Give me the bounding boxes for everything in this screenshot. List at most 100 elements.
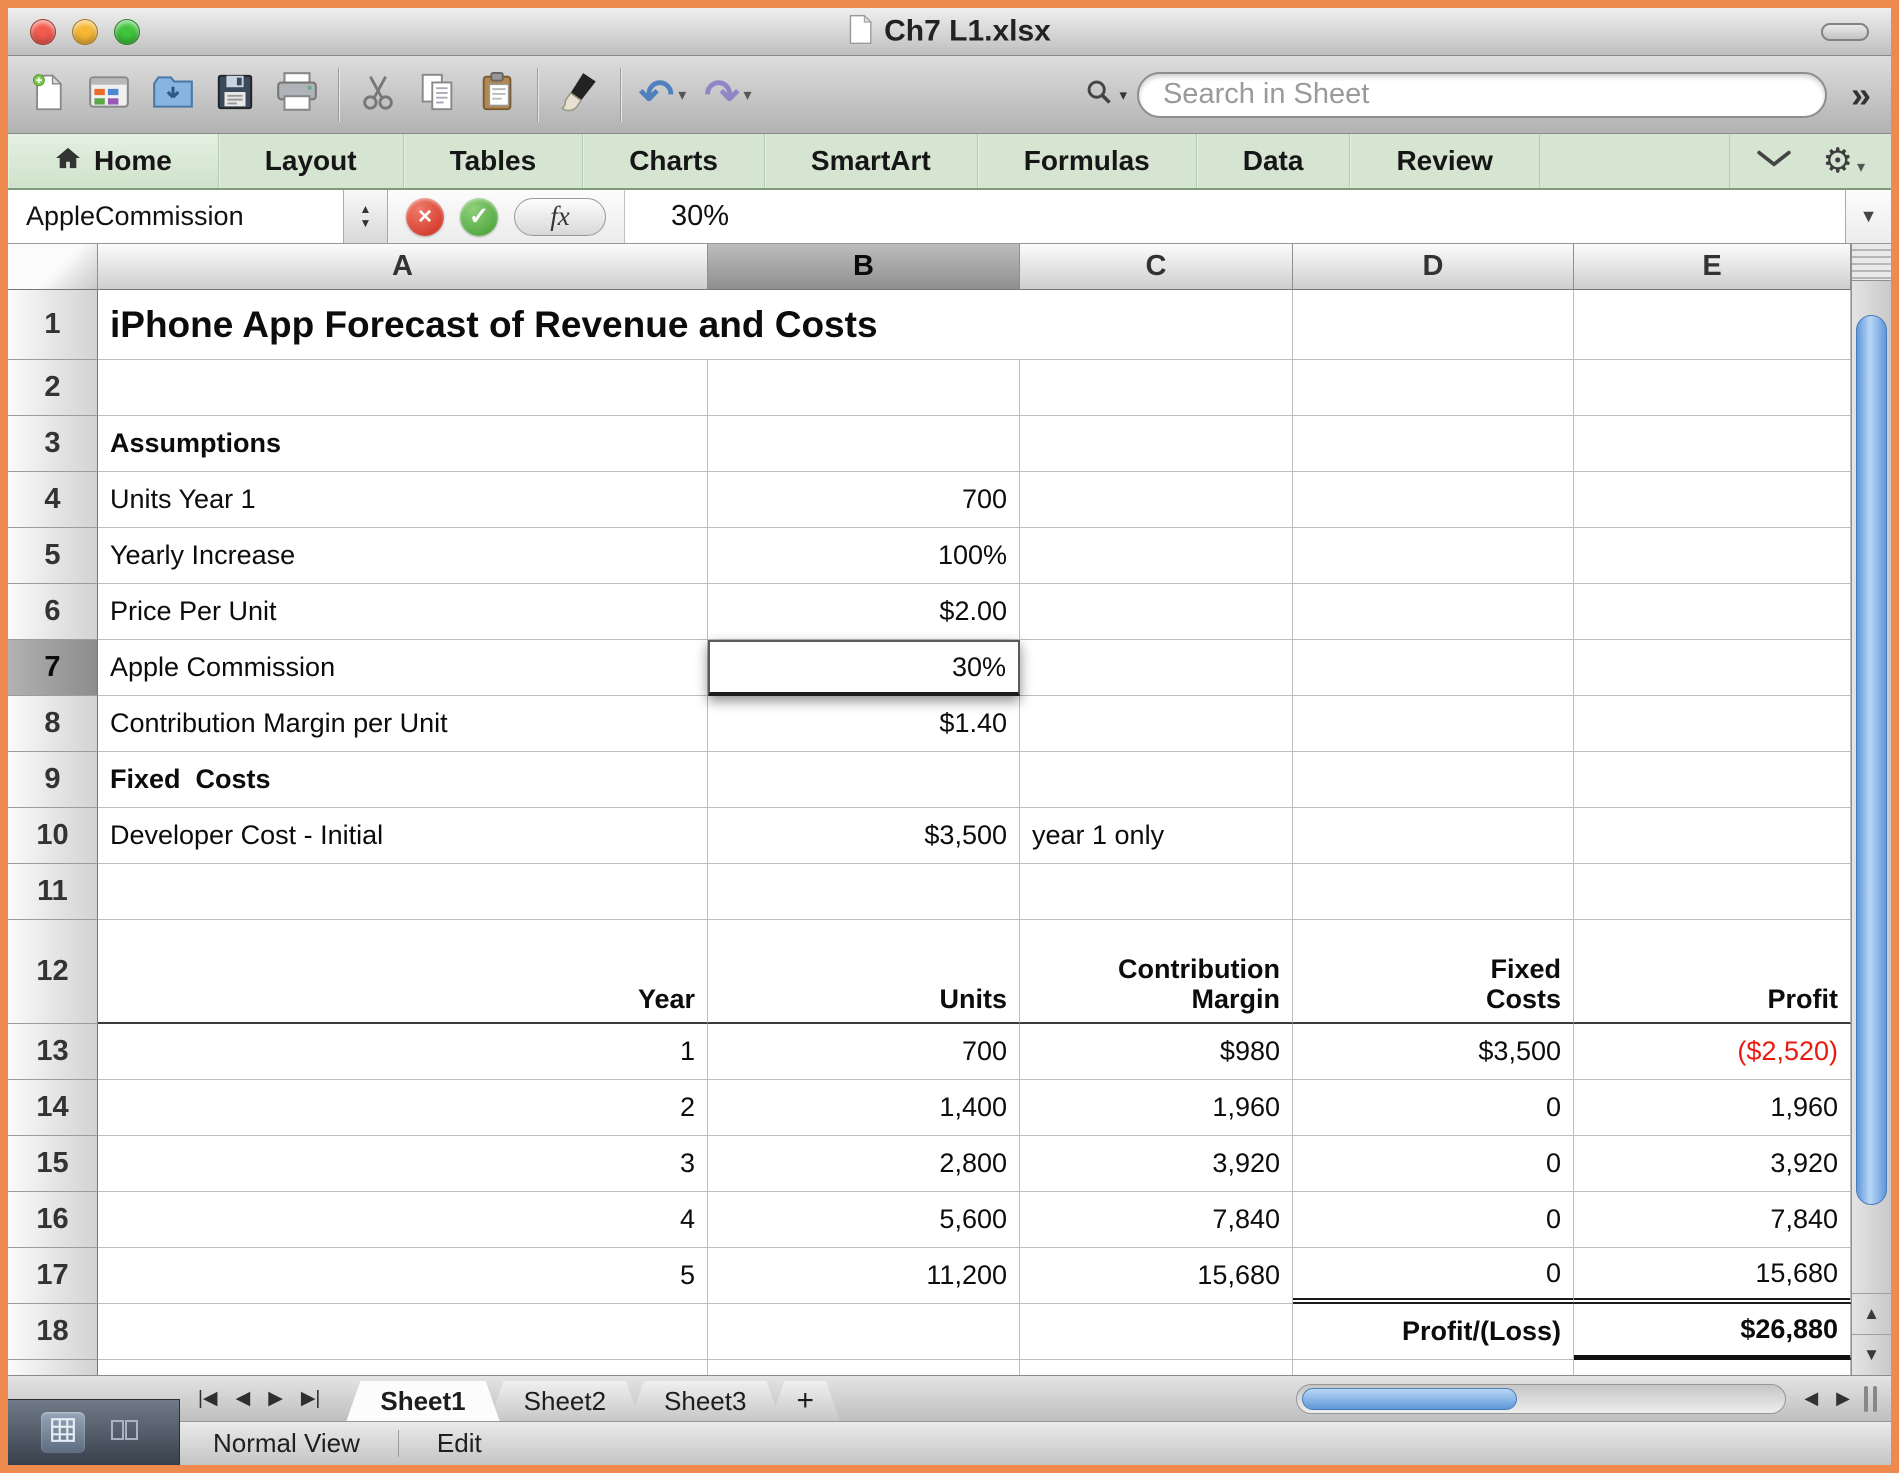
search-scope-button[interactable]: ▾: [1085, 78, 1127, 111]
col-header-b[interactable]: B: [708, 244, 1020, 290]
cell[interactable]: [1293, 472, 1574, 528]
cell[interactable]: [708, 360, 1020, 416]
save-button[interactable]: [214, 69, 256, 120]
select-all-button[interactable]: [8, 244, 98, 290]
row-header-9[interactable]: 9: [8, 752, 98, 808]
scroll-down-button[interactable]: ▼: [1852, 1334, 1891, 1375]
cell-c12-header[interactable]: Contribution Margin: [1020, 920, 1293, 1024]
horizontal-scroll-track[interactable]: [1296, 1383, 1787, 1414]
col-header-c[interactable]: C: [1020, 244, 1293, 290]
cell-a6[interactable]: Price Per Unit: [98, 584, 708, 640]
name-box[interactable]: AppleCommission: [8, 190, 344, 243]
horizontal-scroll-thumb[interactable]: [1302, 1387, 1518, 1410]
cell-e16[interactable]: 7,840: [1574, 1192, 1851, 1248]
insert-function-button[interactable]: fx: [514, 197, 606, 236]
col-header-d[interactable]: D: [1293, 244, 1574, 290]
minimize-button[interactable]: [72, 18, 98, 45]
cell[interactable]: [1293, 640, 1574, 696]
cell[interactable]: [1293, 864, 1574, 920]
cut-button[interactable]: [357, 69, 399, 120]
cell-b5[interactable]: 100%: [708, 528, 1020, 584]
cell-a7[interactable]: Apple Commission: [98, 640, 708, 696]
row-header-7[interactable]: 7: [8, 640, 98, 696]
cell[interactable]: [1020, 864, 1293, 920]
scroll-left-button[interactable]: ◀: [1804, 1388, 1818, 1409]
formula-bar-dropdown[interactable]: ▼: [1845, 190, 1891, 243]
cell-a12-header[interactable]: Year: [98, 920, 708, 1024]
undo-dropdown-arrow[interactable]: ▾: [678, 85, 686, 105]
cell-e17[interactable]: 15,680: [1574, 1248, 1851, 1304]
cell-a16[interactable]: 4: [98, 1192, 708, 1248]
cell[interactable]: [1293, 584, 1574, 640]
cell[interactable]: [98, 1304, 708, 1360]
row-header-6[interactable]: 6: [8, 584, 98, 640]
cell[interactable]: [1574, 752, 1851, 808]
redo-button[interactable]: ↷ ▾: [704, 73, 751, 116]
last-sheet-button[interactable]: ▶|: [301, 1387, 321, 1410]
cell-b17[interactable]: 11,200: [708, 1248, 1020, 1304]
collapse-ribbon-button[interactable]: [1756, 149, 1792, 174]
sheet-tab-sheet1[interactable]: Sheet1: [346, 1381, 499, 1421]
cell-d12-header[interactable]: Fixed Costs: [1293, 920, 1574, 1024]
cell-b8[interactable]: $1.40: [708, 696, 1020, 752]
cell[interactable]: [708, 1304, 1020, 1360]
cell-a9[interactable]: Fixed Costs: [98, 752, 708, 808]
cell-d17[interactable]: 0: [1293, 1248, 1574, 1304]
vertical-scroll-thumb[interactable]: [1856, 315, 1887, 1205]
gallery-button[interactable]: [86, 69, 132, 120]
cell-c10[interactable]: year 1 only: [1020, 808, 1293, 864]
row-header-4[interactable]: 4: [8, 472, 98, 528]
new-document-button[interactable]: [28, 69, 68, 120]
tab-review[interactable]: Review: [1350, 134, 1540, 188]
tab-home[interactable]: Home: [8, 134, 219, 188]
sheet-tab-sheet2[interactable]: Sheet2: [490, 1381, 640, 1421]
cell[interactable]: [1293, 752, 1574, 808]
cell-e12-header[interactable]: Profit: [1574, 920, 1851, 1024]
cell-b15[interactable]: 2,800: [708, 1136, 1020, 1192]
cell[interactable]: [708, 1360, 1020, 1375]
cell[interactable]: [1574, 808, 1851, 864]
cell-d15[interactable]: 0: [1293, 1136, 1574, 1192]
row-header-15[interactable]: 15: [8, 1136, 98, 1192]
tab-formulas[interactable]: Formulas: [978, 134, 1197, 188]
row-header-10[interactable]: 10: [8, 808, 98, 864]
row-header-8[interactable]: 8: [8, 696, 98, 752]
toolbar-toggle-button[interactable]: [1821, 23, 1869, 41]
cell-c14[interactable]: 1,960: [1020, 1080, 1293, 1136]
cell[interactable]: [1020, 584, 1293, 640]
cell[interactable]: [1020, 360, 1293, 416]
first-sheet-button[interactable]: |◀: [198, 1387, 218, 1410]
row-header-2[interactable]: 2: [8, 360, 98, 416]
cell-b12-header[interactable]: Units: [708, 920, 1020, 1024]
cell[interactable]: [1293, 808, 1574, 864]
cell-a4[interactable]: Units Year 1: [98, 472, 708, 528]
row-header-11[interactable]: 11: [8, 864, 98, 920]
cell-b10[interactable]: $3,500: [708, 808, 1020, 864]
cell[interactable]: [1574, 416, 1851, 472]
cell-c16[interactable]: 7,840: [1020, 1192, 1293, 1248]
cell[interactable]: [1574, 1360, 1851, 1375]
toolbar-overflow-button[interactable]: »: [1851, 74, 1871, 116]
row-header-18[interactable]: 18: [8, 1304, 98, 1360]
cell-e15[interactable]: 3,920: [1574, 1136, 1851, 1192]
tab-charts[interactable]: Charts: [583, 134, 765, 188]
cell-d18[interactable]: Profit/(Loss): [1293, 1304, 1574, 1360]
cell[interactable]: [1574, 864, 1851, 920]
cell-a3[interactable]: Assumptions: [98, 416, 708, 472]
vertical-scrollbar[interactable]: ▲ ▼: [1851, 244, 1891, 1375]
cell[interactable]: [1020, 416, 1293, 472]
cell-c15[interactable]: 3,920: [1020, 1136, 1293, 1192]
cell[interactable]: [1293, 416, 1574, 472]
cell[interactable]: [1020, 696, 1293, 752]
cell-c17[interactable]: 15,680: [1020, 1248, 1293, 1304]
cell[interactable]: [98, 1360, 708, 1375]
cell-e18[interactable]: $26,880: [1574, 1304, 1851, 1360]
search-input[interactable]: Search in Sheet: [1136, 71, 1827, 118]
cell[interactable]: [1293, 528, 1574, 584]
copy-button[interactable]: [417, 69, 459, 120]
previous-sheet-button[interactable]: ◀: [236, 1387, 251, 1410]
row-header-12[interactable]: 12: [8, 920, 98, 1024]
cell-a8[interactable]: Contribution Margin per Unit: [98, 696, 708, 752]
page-layout-view-button[interactable]: [101, 1413, 147, 1452]
cell-a13[interactable]: 1: [98, 1024, 708, 1080]
